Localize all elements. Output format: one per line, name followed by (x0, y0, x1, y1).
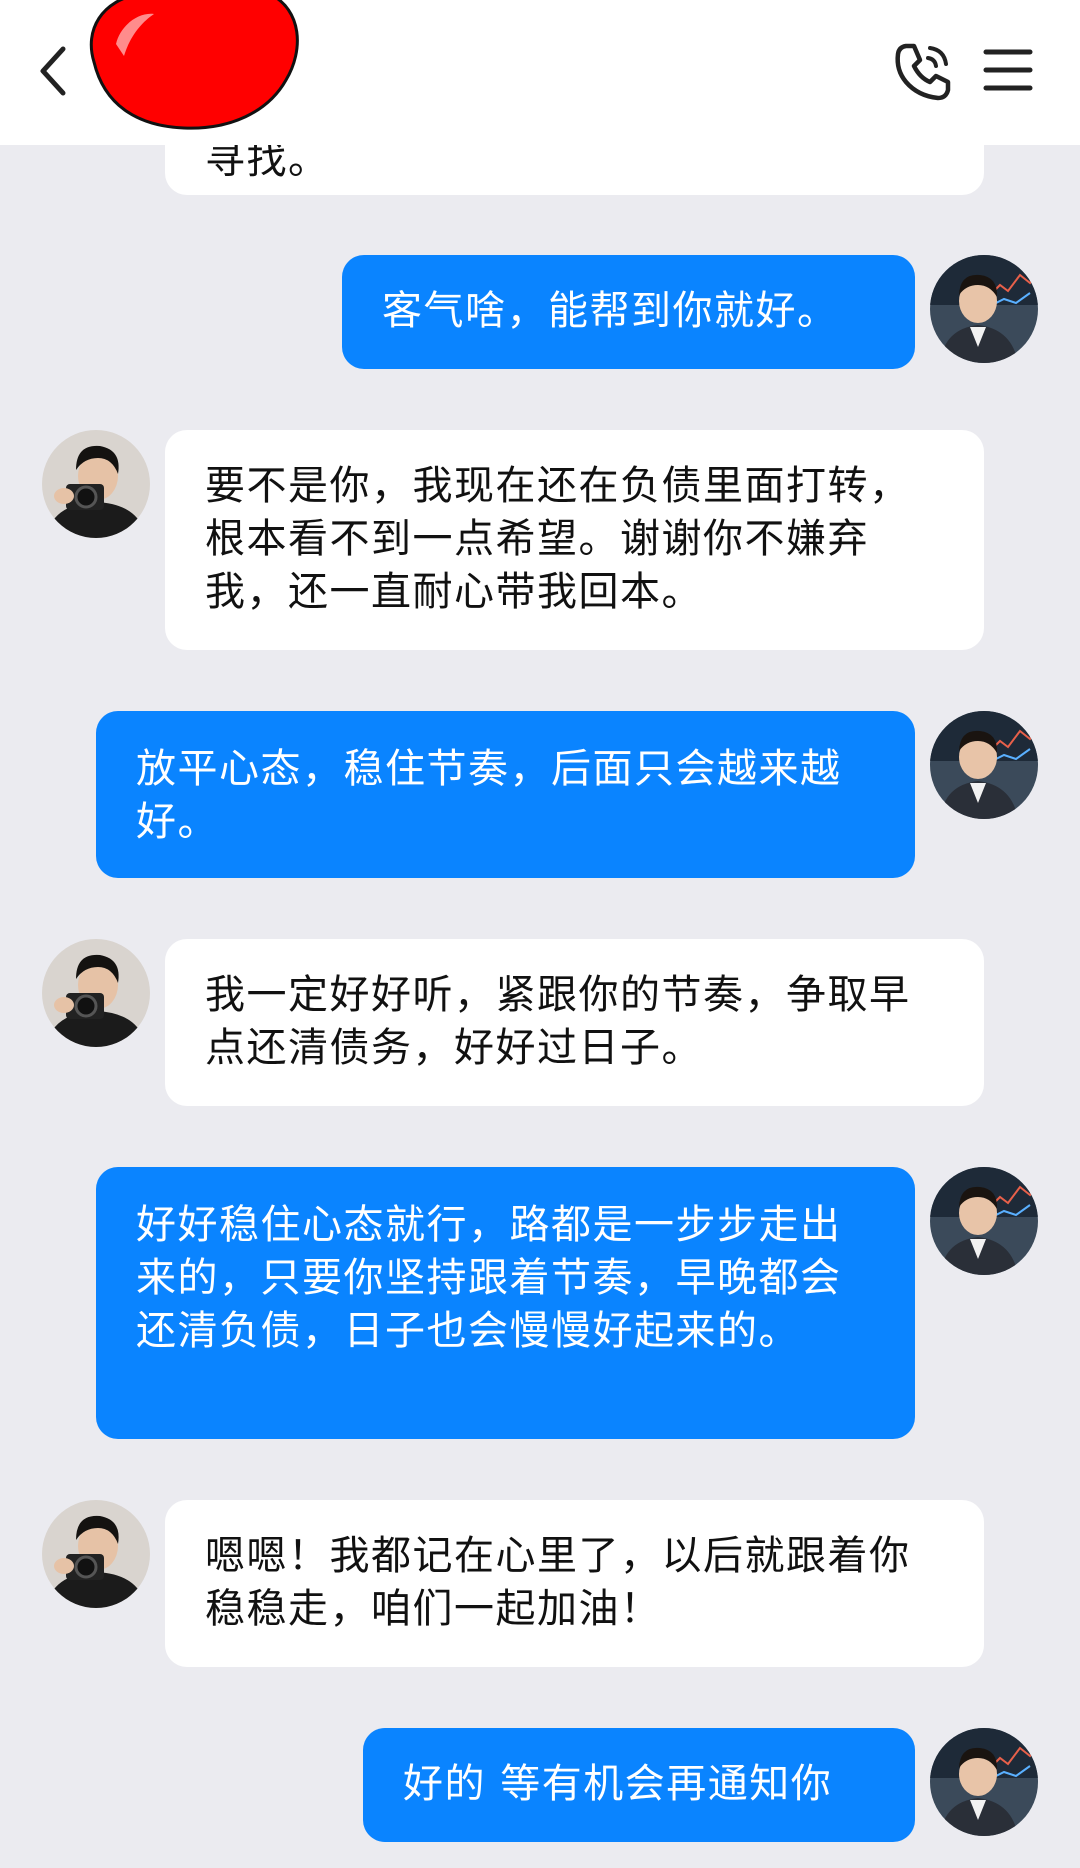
contact-avatar[interactable] (42, 430, 150, 538)
message-text: 好好稳住心态就行，路都是一步步走出来的，只要你坚持跟着节奏，早晚都会还清负债，日… (136, 1202, 842, 1354)
message-outgoing: 放平心态，稳住节奏，后面只会越来越好。 (96, 711, 915, 878)
chat-header (0, 0, 1080, 145)
my-avatar[interactable] (930, 255, 1038, 363)
contact-avatar[interactable] (42, 939, 150, 1047)
message-outgoing: 好的 等有机会再通知你 (363, 1728, 915, 1842)
message-text: 要不是你，我现在还在负债里面打转，根本看不到一点希望。谢谢你不嫌弃我，还一直耐心… (205, 463, 911, 615)
chat-thread[interactable]: 寻找。 客气啥，能帮到你就好。 要不是你，我现在还在负债里面打转，根本看不到一点… (0, 0, 1080, 1868)
message-text: 客气啥，能帮到你就好。 (382, 288, 839, 334)
message-outgoing: 好好稳住心态就行，路都是一步步走出来的，只要你坚持跟着节奏，早晚都会还清负债，日… (96, 1167, 915, 1439)
message-incoming: 嗯嗯！我都记在心里了，以后就跟着你稳稳走，咱们一起加油！ (165, 1500, 984, 1667)
contact-avatar[interactable] (42, 1500, 150, 1608)
message-incoming: 要不是你，我现在还在负债里面打转，根本看不到一点希望。谢谢你不嫌弃我，还一直耐心… (165, 430, 984, 650)
message-outgoing: 客气啥，能帮到你就好。 (342, 255, 915, 369)
my-avatar[interactable] (930, 1728, 1038, 1836)
message-text: 好的 等有机会再通知你 (403, 1761, 833, 1807)
my-avatar[interactable] (930, 711, 1038, 819)
phone-icon (895, 43, 951, 101)
message-text: 我一定好好听，紧跟你的节奏，争取早点还清债务，好好过日子。 (205, 972, 911, 1071)
message-incoming: 我一定好好听，紧跟你的节奏，争取早点还清债务，好好过日子。 (165, 939, 984, 1106)
more-menu-button[interactable] (978, 42, 1038, 98)
chevron-left-icon (40, 46, 66, 96)
contact-name-redaction (89, 0, 299, 130)
message-text: 放平心态，稳住节奏，后面只会越来越好。 (136, 746, 842, 845)
message-text: 嗯嗯！我都记在心里了，以后就跟着你稳稳走，咱们一起加油！ (205, 1533, 911, 1632)
back-button[interactable] (28, 36, 78, 106)
hamburger-menu-icon (983, 49, 1033, 91)
my-avatar[interactable] (930, 1167, 1038, 1275)
call-button[interactable] (890, 38, 956, 104)
